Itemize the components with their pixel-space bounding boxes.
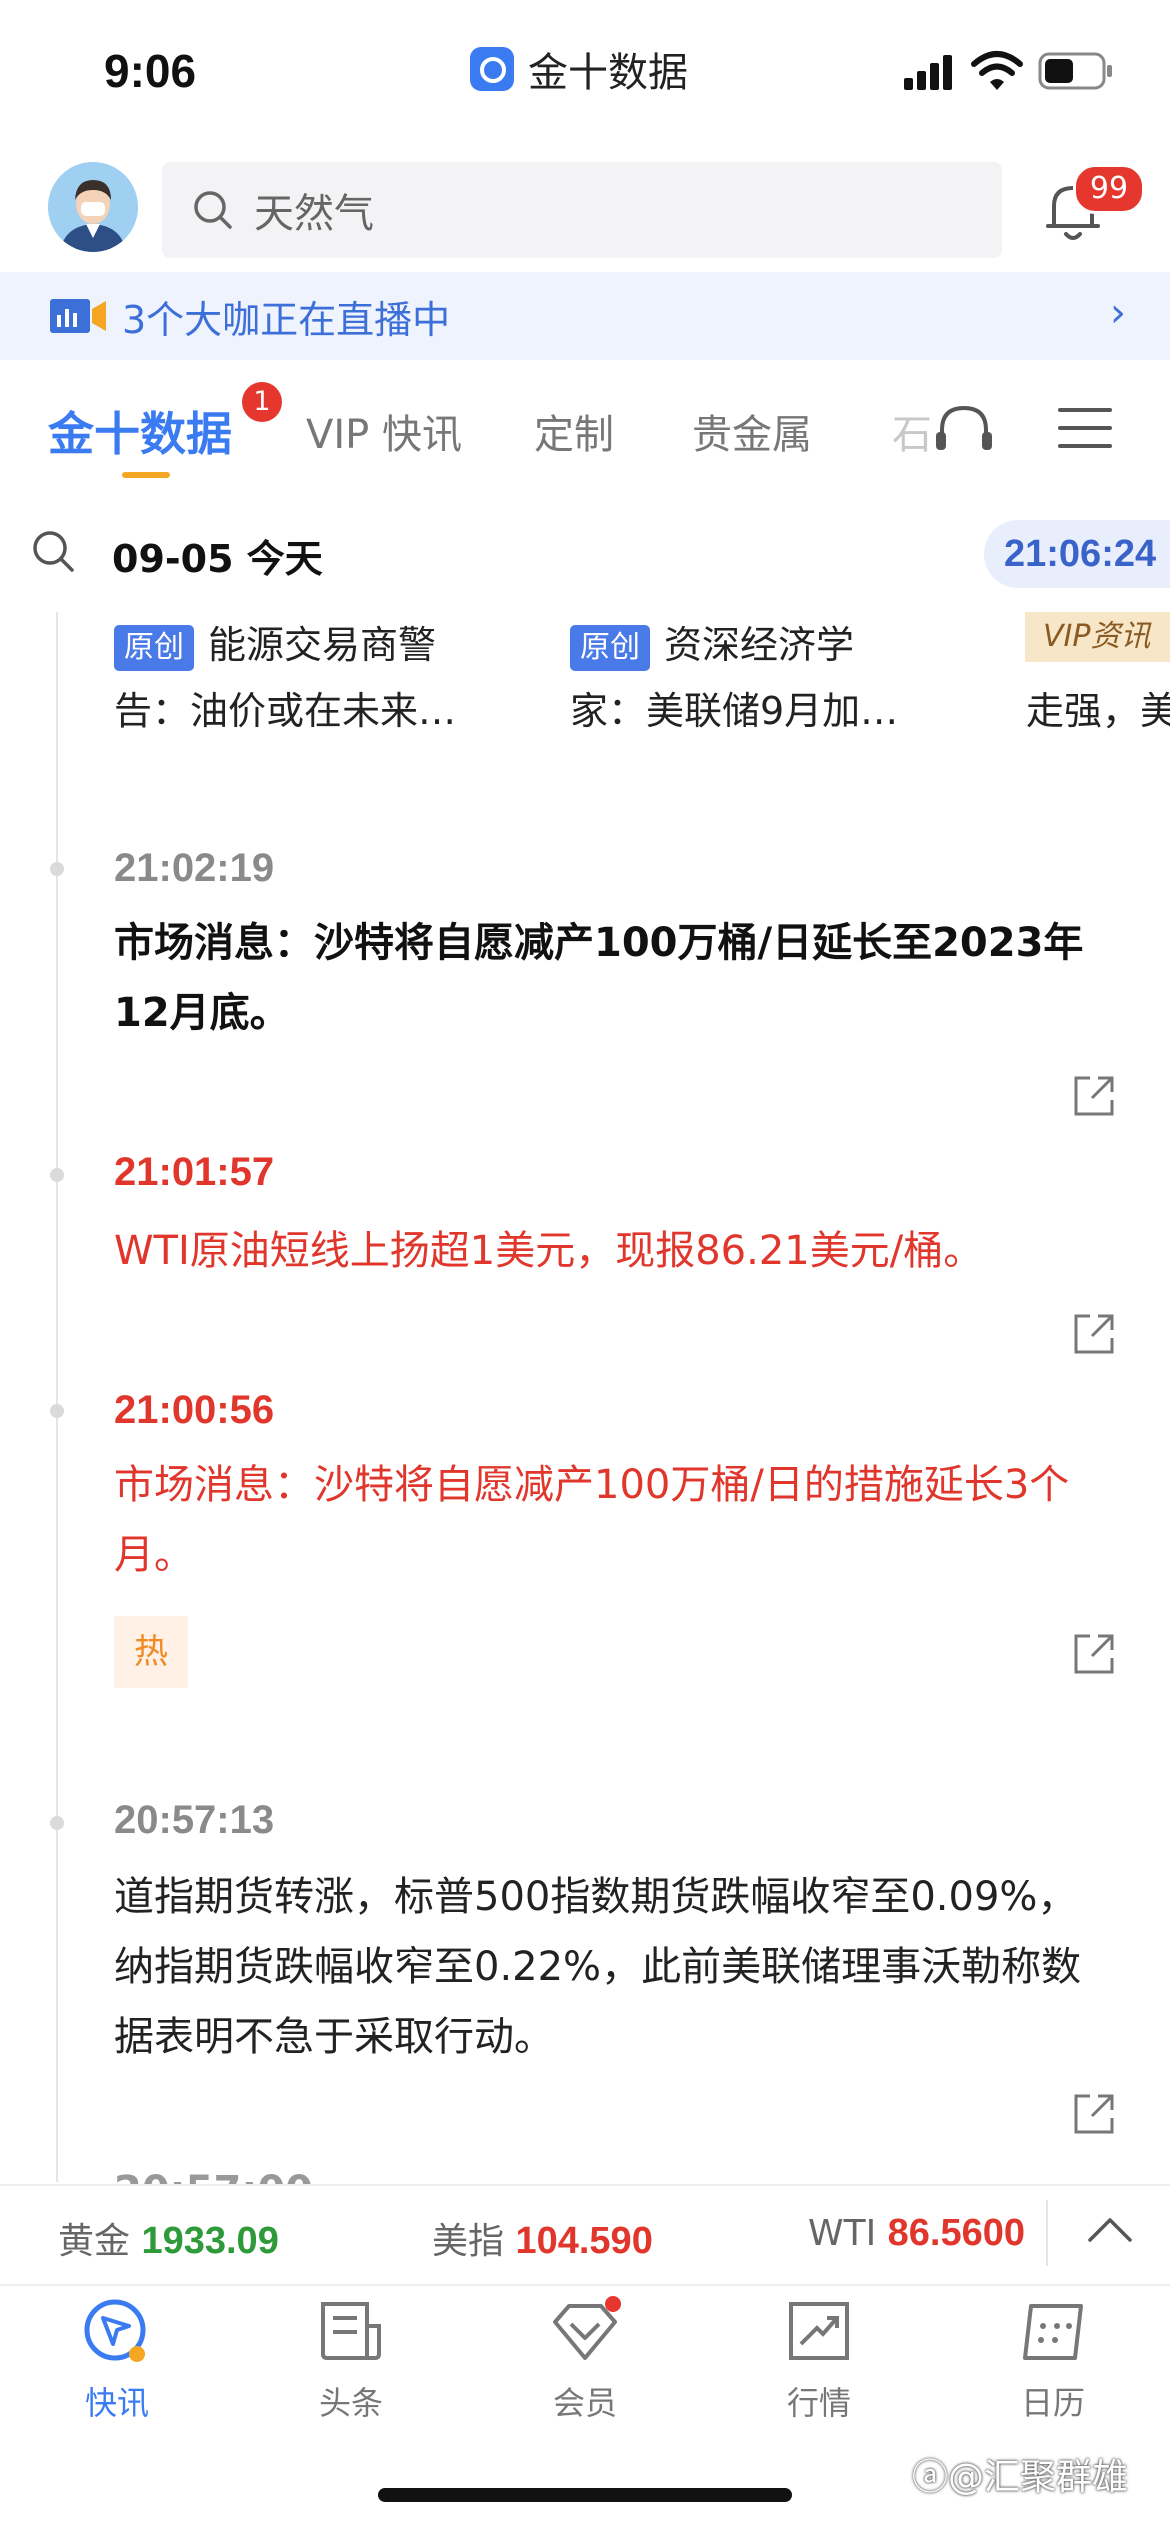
menu-icon[interactable] (1058, 406, 1112, 450)
tab-jin10-data[interactable]: 金十数据 (48, 398, 232, 464)
tab-oil[interactable]: 石 (892, 402, 932, 460)
featured-title: 能源交易商警 (208, 623, 437, 667)
watermark: ⓐ@汇聚群雄 (912, 2457, 1129, 2498)
news-text[interactable]: 道指期货转涨，标普500指数期货跌幅收窄至0.09%，纳指期货跌幅收窄至0.22… (114, 1862, 1114, 2072)
original-tag: 原创 (114, 624, 194, 671)
nav-calendar[interactable]: 日历 (936, 2296, 1170, 2424)
watermark-text: 汇聚群雄 (984, 2457, 1129, 2498)
news-text[interactable]: WTI原油短线上扬超1美元，现报86.21美元/桶。 (114, 1216, 1114, 1286)
avatar[interactable] (48, 162, 138, 252)
wifi-icon (971, 51, 1023, 90)
battery-icon (1038, 52, 1112, 90)
hot-tag: 热 (114, 1616, 188, 1688)
timeline-dot (50, 1168, 64, 1182)
tab-badge: 1 (242, 382, 282, 422)
featured-card[interactable]: 原创 能源交易商警 告：油价或在未来… (114, 612, 534, 744)
nav-market[interactable]: 行情 (702, 2296, 936, 2424)
tab-vip-flash[interactable]: VIP 快讯 (306, 402, 462, 460)
timeline-dot (50, 1404, 64, 1418)
share-icon[interactable] (1072, 2092, 1116, 2136)
nav-membership[interactable]: 会员 (468, 2296, 702, 2424)
signal-icon (904, 54, 956, 90)
live-camera-icon (50, 299, 106, 333)
timeline-line (56, 612, 58, 2182)
live-banner[interactable]: 3个大咖正在直播中 › (0, 272, 1170, 360)
ticker-name: 美指 (432, 2221, 505, 2262)
notification-count-badge: 99 (1073, 164, 1145, 214)
featured-title-cont: 走强，美 (1026, 689, 1170, 733)
nav-label: 头条 (318, 2384, 383, 2422)
ticker-value: 1933.09 (141, 2220, 279, 2262)
featured-title: 资深经济学 (664, 623, 855, 667)
timeline-dot (50, 1816, 64, 1830)
nav-label: 日历 (1020, 2384, 1085, 2422)
featured-card[interactable]: 走强，美 (1026, 678, 1170, 744)
search-icon[interactable] (30, 528, 78, 576)
share-icon[interactable] (1072, 1632, 1116, 1676)
search-input[interactable]: 天然气 (162, 162, 1002, 258)
market-chart-icon (789, 2302, 849, 2360)
ticker-divider (1046, 2200, 1048, 2266)
search-placeholder: 天然气 (254, 191, 374, 237)
nav-label: 快讯 (84, 2384, 149, 2422)
news-text[interactable]: 市场消息：沙特将自愿减产100万桶/日延长至2023年12月底。 (114, 908, 1114, 1048)
nav-flash-news[interactable]: 快讯 (0, 2296, 234, 2424)
calendar-icon (1023, 2304, 1083, 2360)
news-time: 20:57:13 (114, 1798, 275, 1842)
tab-precious-metals[interactable]: 贵金属 (692, 402, 812, 460)
share-icon[interactable] (1072, 1074, 1116, 1118)
featured-card[interactable]: 原创 资深经济学 家：美联储9月加… (570, 612, 990, 744)
nav-headlines[interactable]: 头条 (234, 2296, 468, 2424)
ticker-dollar-index[interactable]: 美指 104.590 (432, 2212, 653, 2264)
status-app-name: 金十数据 (528, 50, 688, 96)
tab-custom[interactable]: 定制 (534, 402, 614, 460)
news-time: 21:00:56 (114, 1388, 275, 1432)
news-time: 21:01:57 (114, 1150, 275, 1194)
search-icon (194, 191, 232, 229)
original-tag: 原创 (570, 624, 650, 671)
share-icon[interactable] (1072, 1312, 1116, 1356)
home-indicator[interactable] (378, 2488, 792, 2502)
active-tab-indicator (122, 472, 170, 478)
featured-title-cont: 告：油价或在未来… (114, 689, 457, 733)
flash-news-icon (84, 2299, 146, 2362)
chevron-right-icon: › (1110, 290, 1126, 336)
chevron-up-icon[interactable] (1086, 2214, 1134, 2244)
date-label: 09-05 今天 (112, 537, 323, 581)
nav-label: 会员 (552, 2384, 617, 2422)
live-banner-text: 3个大咖正在直播中 (122, 297, 451, 342)
ticker-name: 黄金 (58, 2221, 131, 2262)
news-time: 21:02:19 (114, 846, 275, 890)
nav-label: 行情 (786, 2384, 851, 2422)
ticker-value: 104.590 (515, 2220, 653, 2262)
headline-icon (321, 2302, 381, 2360)
featured-title-cont: 家：美联储9月加… (570, 689, 899, 733)
ticker-value: 86.5600 (887, 2212, 1026, 2254)
user-avatar-icon (48, 162, 138, 252)
app-icon (470, 47, 514, 91)
timeline-dot (50, 862, 64, 876)
vip-diamond-icon (553, 2296, 621, 2360)
ticker-name: WTI (808, 2213, 877, 2254)
vip-info-tag: VIP资讯 (1025, 612, 1170, 662)
status-time: 9:06 (104, 45, 197, 97)
headphone-icon[interactable] (932, 400, 996, 456)
news-text[interactable]: 市场消息：沙特将自愿减产100万桶/日的措施延长3个月。 (114, 1450, 1114, 1590)
status-app-indicator[interactable]: 金十数据 (470, 40, 688, 98)
current-time-pill: 21:06:24 (984, 520, 1170, 588)
ticker-wti[interactable]: WTI 86.5600 (808, 2212, 1025, 2255)
ticker-gold[interactable]: 黄金 1933.09 (58, 2212, 279, 2264)
